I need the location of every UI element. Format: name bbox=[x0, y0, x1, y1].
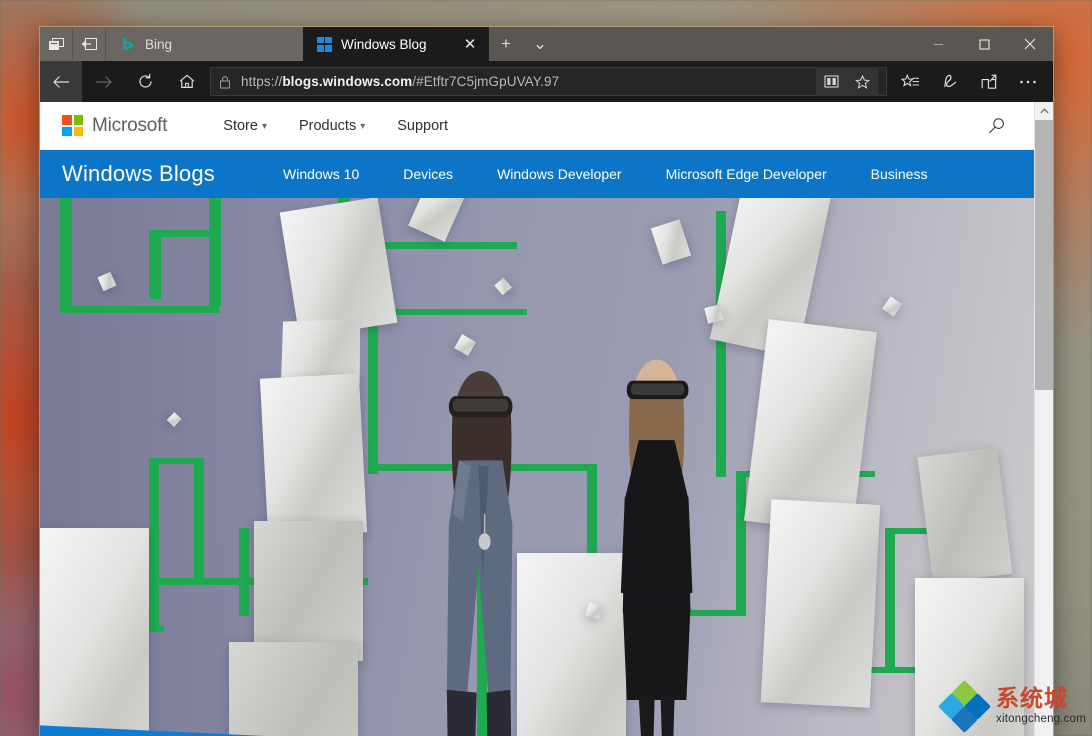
blog-brand-link[interactable]: Windows Blogs bbox=[62, 161, 215, 187]
scrollbar-thumb[interactable] bbox=[1035, 120, 1053, 390]
maximize-button[interactable] bbox=[961, 27, 1007, 61]
edge-browser-window: Bing Windows Blog ✕ + ⌄ bbox=[40, 27, 1053, 736]
lock-icon bbox=[219, 75, 231, 89]
search-icon bbox=[988, 117, 1006, 135]
reading-view-button[interactable] bbox=[816, 67, 847, 96]
scroll-up-button[interactable] bbox=[1035, 102, 1053, 120]
more-settings-icon bbox=[1018, 79, 1038, 85]
search-button[interactable] bbox=[974, 117, 1020, 135]
hero-image bbox=[40, 198, 1034, 736]
microsoft-wordmark: Microsoft bbox=[92, 115, 167, 137]
url-scheme: https:// bbox=[241, 74, 282, 89]
microsoft-squares-icon bbox=[62, 115, 83, 136]
windows-favicon bbox=[317, 37, 332, 52]
show-tabs-set-aside-button[interactable] bbox=[40, 27, 73, 61]
web-note-button[interactable] bbox=[930, 61, 969, 102]
url-domain: blogs.windows.com bbox=[282, 74, 412, 89]
hero-article[interactable]: DECEMBER 12, 2017 / Windows Experience B… bbox=[40, 198, 1034, 736]
refresh-icon bbox=[137, 73, 154, 90]
set-tabs-aside-icon bbox=[81, 36, 98, 52]
bing-favicon bbox=[120, 36, 136, 52]
close-icon bbox=[1024, 38, 1036, 50]
blog-nav-item-windows-10[interactable]: Windows 10 bbox=[261, 166, 381, 182]
tab-title: Bing bbox=[145, 37, 293, 52]
back-arrow-icon bbox=[52, 74, 71, 90]
home-button[interactable] bbox=[166, 61, 208, 102]
web-page-content: Microsoft Store ▾ Products ▾ Support bbox=[40, 102, 1034, 736]
page-viewport: Microsoft Store ▾ Products ▾ Support bbox=[40, 102, 1053, 736]
share-button[interactable] bbox=[969, 61, 1008, 102]
microsoft-global-header: Microsoft Store ▾ Products ▾ Support bbox=[40, 102, 1034, 150]
set-tabs-aside-button[interactable] bbox=[73, 27, 106, 61]
new-tab-button[interactable]: + bbox=[489, 27, 523, 61]
ms-nav-item-store[interactable]: Store ▾ bbox=[207, 102, 283, 150]
person-with-headset-right bbox=[597, 344, 716, 736]
ms-nav-label: Products bbox=[299, 118, 356, 134]
minimize-icon bbox=[933, 39, 944, 50]
ms-nav-label: Support bbox=[397, 118, 448, 134]
blog-nav-item-windows-developer[interactable]: Windows Developer bbox=[475, 166, 644, 182]
vertical-scrollbar[interactable] bbox=[1034, 102, 1053, 736]
tab-title: Windows Blog bbox=[341, 37, 452, 52]
forward-button[interactable] bbox=[82, 61, 124, 102]
close-window-button[interactable] bbox=[1007, 27, 1053, 61]
hub-button[interactable] bbox=[891, 61, 930, 102]
show-tabs-set-aside-icon bbox=[48, 36, 65, 52]
chevron-down-icon: ▾ bbox=[360, 121, 365, 132]
ms-nav-label: Store bbox=[223, 118, 258, 134]
url-text: https://blogs.windows.com/#Etftr7C5jmGpU… bbox=[241, 74, 806, 89]
blog-nav-item-microsoft-edge-developer[interactable]: Microsoft Edge Developer bbox=[644, 166, 849, 182]
chevron-up-icon bbox=[1040, 108, 1049, 114]
share-icon bbox=[980, 74, 998, 90]
minimize-button[interactable] bbox=[915, 27, 961, 61]
close-tab-icon[interactable]: ✕ bbox=[461, 35, 479, 53]
blog-nav-item-devices[interactable]: Devices bbox=[381, 166, 475, 182]
tab-strip: Bing Windows Blog ✕ + ⌄ bbox=[40, 27, 1053, 61]
back-button[interactable] bbox=[40, 61, 82, 102]
navigation-toolbar: https://blogs.windows.com/#Etftr7C5jmGpU… bbox=[40, 61, 1053, 102]
web-note-pen-icon bbox=[941, 73, 959, 90]
blog-nav-item-business[interactable]: Business bbox=[849, 166, 950, 182]
forward-arrow-icon bbox=[94, 74, 113, 90]
url-path: /#Etftr7C5jmGpUVAY.97 bbox=[412, 74, 559, 89]
ms-nav-item-support[interactable]: Support bbox=[381, 102, 464, 150]
browser-tab-bing[interactable]: Bing bbox=[106, 27, 303, 61]
tab-actions: + ⌄ bbox=[489, 27, 557, 61]
refresh-button[interactable] bbox=[124, 61, 166, 102]
ms-nav-item-products[interactable]: Products ▾ bbox=[283, 102, 381, 150]
maximize-icon bbox=[979, 39, 990, 50]
settings-more-button[interactable] bbox=[1008, 61, 1047, 102]
microsoft-logo[interactable]: Microsoft bbox=[62, 115, 167, 137]
chevron-down-icon: ▾ bbox=[262, 121, 267, 132]
reading-view-icon bbox=[824, 75, 839, 88]
window-controls bbox=[915, 27, 1053, 61]
windows-blogs-nav: Windows Blogs Windows 10 Devices Windows… bbox=[40, 150, 1034, 198]
home-icon bbox=[178, 73, 196, 90]
address-bar[interactable]: https://blogs.windows.com/#Etftr7C5jmGpU… bbox=[210, 67, 887, 96]
person-with-headset-left bbox=[423, 357, 542, 736]
chevron-down-icon[interactable]: ⌄ bbox=[523, 27, 557, 61]
star-icon bbox=[855, 75, 870, 89]
add-favorite-button[interactable] bbox=[847, 67, 878, 96]
browser-toolbar-actions bbox=[891, 61, 1047, 102]
address-bar-actions bbox=[816, 67, 878, 96]
browser-tab-windows-blog[interactable]: Windows Blog ✕ bbox=[303, 27, 489, 61]
hub-favorites-icon bbox=[901, 74, 920, 90]
